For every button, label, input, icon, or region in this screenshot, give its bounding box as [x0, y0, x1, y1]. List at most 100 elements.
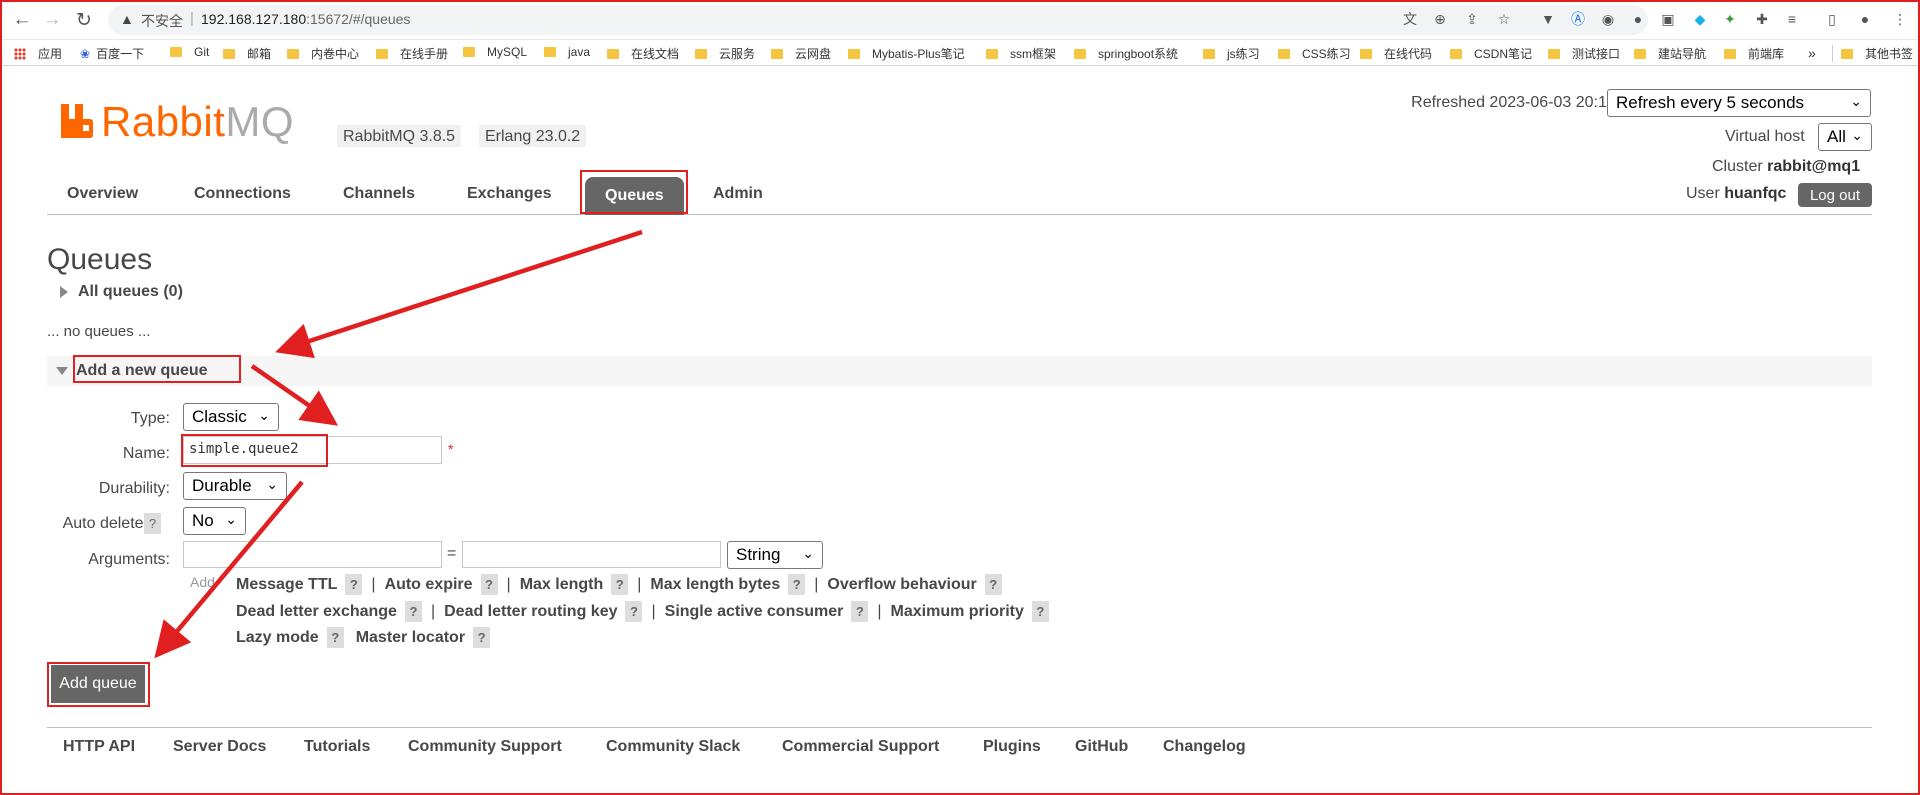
help-icon[interactable]: ? [984, 574, 1002, 595]
bookmark-ssm[interactable]: ssm框架 [986, 45, 1056, 62]
bookmark-springboot[interactable]: springboot系统 [1074, 45, 1178, 62]
arg-master-locator[interactable]: Master locator [356, 629, 465, 647]
arg-single-active-consumer[interactable]: Single active consumer [665, 603, 844, 621]
help-icon[interactable]: ? [404, 601, 422, 622]
bookmark-css[interactable]: CSS练习 [1278, 45, 1351, 62]
bookmark-other[interactable]: 其他书签 [1832, 45, 1913, 62]
share-icon[interactable]: ⇪ [1462, 9, 1482, 29]
back-icon[interactable]: ← [10, 8, 34, 32]
help-icon[interactable]: ? [851, 601, 869, 622]
extension-diamond-icon[interactable]: ◆ [1690, 9, 1710, 29]
help-icon[interactable]: ? [625, 601, 643, 622]
virtual-host-value: All [1827, 127, 1846, 146]
bookmark-csdn[interactable]: CSDN笔记 [1450, 45, 1532, 62]
folder-icon [376, 48, 388, 59]
help-icon[interactable]: ? [345, 574, 363, 595]
help-icon[interactable]: ? [473, 627, 491, 648]
footer-link-server-docs[interactable]: Server Docs [173, 738, 266, 756]
zoom-icon[interactable]: ⊕ [1430, 9, 1450, 29]
bookmark-manual[interactable]: 在线手册 [376, 45, 448, 62]
bookmark-java[interactable]: java [544, 45, 590, 59]
help-icon[interactable]: ? [480, 574, 498, 595]
queue-type-select[interactable]: Classic ⌄ [183, 403, 279, 431]
extension-g-icon[interactable]: ● [1628, 9, 1648, 29]
footer-link-community-slack[interactable]: Community Slack [606, 738, 740, 756]
arg-max-length[interactable]: Max length [520, 576, 604, 594]
bookmark-docs[interactable]: 在线文档 [607, 45, 679, 62]
profile-icon[interactable]: ● [1855, 9, 1875, 29]
reload-icon[interactable]: ↻ [72, 8, 96, 32]
extension-v-icon[interactable]: ▼ [1538, 9, 1558, 29]
browser-toolbar: ← → ↻ ▲ 不安全 | 192.168.127.180:15672/#/qu… [0, 0, 1920, 40]
arrow-tab-to-section [275, 229, 643, 359]
media-list-icon[interactable]: ≡ [1782, 9, 1802, 29]
bookmark-pan[interactable]: 云网盘 [771, 45, 831, 62]
arg-auto-expire[interactable]: Auto expire [385, 576, 473, 594]
auto-delete-help-icon[interactable]: ? [144, 513, 161, 534]
tab-connections[interactable]: Connections [194, 173, 291, 215]
bookmark-baidu[interactable]: ❀ 百度一下 [80, 45, 144, 62]
bookmark-mysql[interactable]: MySQL [463, 45, 527, 59]
extension-board-icon[interactable]: ▣ [1658, 9, 1678, 29]
bookmark-cloud[interactable]: 云服务 [695, 45, 755, 62]
arg-overflow-behaviour[interactable]: Overflow behaviour [827, 576, 976, 594]
tab-queues[interactable]: Queues [585, 177, 684, 215]
queue-type-value: Classic [192, 407, 247, 426]
extension-eye-icon[interactable]: ◉ [1598, 9, 1618, 29]
argument-value-input[interactable] [462, 541, 721, 568]
arg-dead-letter-routing-key[interactable]: Dead letter routing key [444, 603, 617, 621]
arg-dead-letter-exchange[interactable]: Dead letter exchange [236, 603, 397, 621]
queue-name-input[interactable]: simple.queue2 [183, 436, 442, 464]
bookmark-frontend[interactable]: 前端库 [1724, 45, 1784, 62]
footer-link-github[interactable]: GitHub [1075, 738, 1128, 756]
add-queue-toggle[interactable]: Add a new queue [56, 362, 208, 380]
tab-exchanges[interactable]: Exchanges [467, 173, 551, 215]
bookmark-apps[interactable]: 应用 [14, 45, 62, 62]
help-icon[interactable]: ? [1031, 601, 1049, 622]
extension-a-icon[interactable]: Ⓐ [1568, 9, 1588, 29]
tab-channels[interactable]: Channels [343, 173, 415, 215]
bookmark-api[interactable]: 测试接口 [1548, 45, 1620, 62]
forward-icon[interactable]: → [40, 8, 64, 32]
folder-icon [287, 48, 299, 59]
bookmark-star-icon[interactable]: ☆ [1494, 9, 1514, 29]
footer-link-plugins[interactable]: Plugins [983, 738, 1041, 756]
virtual-host-select[interactable]: All ⌄ [1818, 123, 1872, 151]
add-queue-button[interactable]: Add queue [51, 665, 145, 703]
arg-maximum-priority[interactable]: Maximum priority [891, 603, 1024, 621]
translate-icon[interactable]: 文 [1400, 9, 1420, 29]
sidepanel-icon[interactable]: ▯ [1822, 9, 1842, 29]
bookmark-overflow-icon[interactable]: » [1808, 45, 1816, 61]
bookmark-code[interactable]: 在线代码 [1360, 45, 1432, 62]
durability-select[interactable]: Durable ⌄ [183, 472, 287, 500]
footer-link-commercial-support[interactable]: Commercial Support [782, 738, 939, 756]
tab-admin[interactable]: Admin [713, 173, 763, 215]
arg-lazy-mode[interactable]: Lazy mode [236, 629, 319, 647]
url-text[interactable]: 192.168.127.180:15672/#/queues [201, 11, 410, 27]
help-icon[interactable]: ? [788, 574, 806, 595]
bookmark-git[interactable]: Git [170, 45, 209, 59]
menu-dots-icon[interactable]: ⋮ [1890, 9, 1910, 29]
help-icon[interactable]: ? [326, 627, 344, 648]
arg-max-length-bytes[interactable]: Max length bytes [650, 576, 780, 594]
arg-message-ttl[interactable]: Message TTL [236, 576, 337, 594]
footer-link-tutorials[interactable]: Tutorials [304, 738, 370, 756]
all-queues-toggle[interactable]: All queues (0) [60, 283, 183, 301]
bookmark-label: js练习 [1227, 47, 1260, 61]
bookmark-nav[interactable]: 建站导航 [1634, 45, 1706, 62]
footer-link-community-support[interactable]: Community Support [408, 738, 562, 756]
auto-delete-select[interactable]: No ⌄ [183, 507, 246, 535]
argument-type-select[interactable]: String ⌄ [727, 541, 823, 569]
footer-link-changelog[interactable]: Changelog [1163, 738, 1246, 756]
tab-overview[interactable]: Overview [67, 173, 138, 215]
footer-link-http-api[interactable]: HTTP API [63, 738, 135, 756]
help-icon[interactable]: ? [611, 574, 629, 595]
extension-leaf-icon[interactable]: ✦ [1720, 9, 1740, 29]
bookmark-neijuan[interactable]: 内卷中心 [287, 45, 359, 62]
argument-key-input[interactable] [183, 541, 442, 568]
refresh-interval-select[interactable]: Refresh every 5 seconds ⌄ [1607, 89, 1871, 117]
bookmark-mybatis[interactable]: Mybatis-Plus笔记 [848, 45, 965, 62]
bookmark-js[interactable]: js练习 [1203, 45, 1260, 62]
bookmark-mail[interactable]: 邮箱 [223, 45, 271, 62]
puzzle-icon[interactable]: ✚ [1752, 9, 1772, 29]
